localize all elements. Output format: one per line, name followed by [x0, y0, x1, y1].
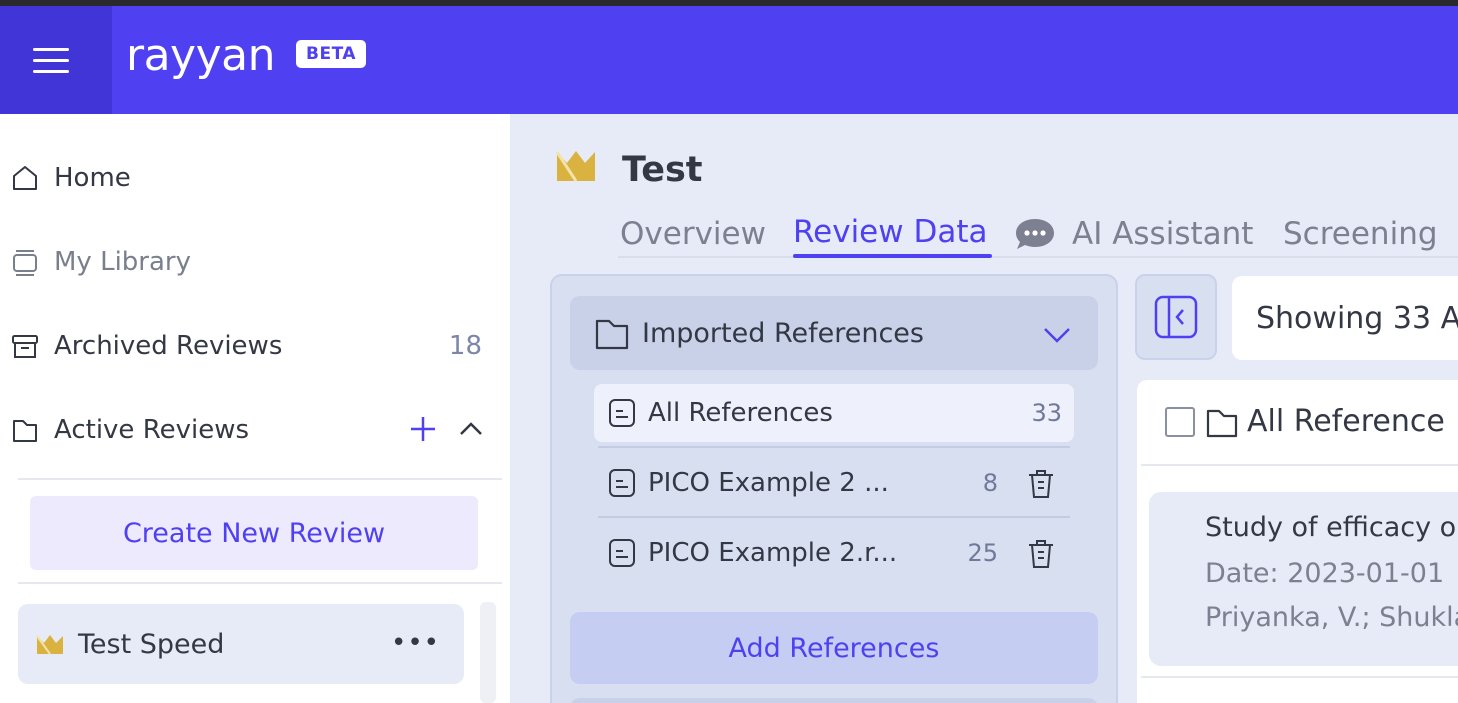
reference-count: 33 [1031, 399, 1062, 427]
review-item-test-speed[interactable]: Test Speed ••• [18, 604, 464, 684]
menu-icon-line [33, 70, 69, 73]
collapse-panel-button[interactable] [1135, 274, 1217, 360]
menu-icon [33, 48, 69, 51]
folder-icon [594, 315, 630, 351]
reference-list-item-all[interactable]: All References 33 [594, 384, 1074, 442]
sidebar-item-label: Active Reviews [54, 415, 249, 445]
divider [18, 582, 502, 584]
add-references-button[interactable]: Add References [570, 612, 1098, 684]
document-icon [608, 398, 636, 428]
tab-bar: Overview Review Data AI Assistant Screen… [618, 210, 1458, 260]
trash-icon[interactable] [1026, 538, 1056, 577]
article-date: Date: 2023-01-01 [1205, 558, 1445, 589]
top-app-bar: rayyan BETA [0, 6, 1458, 114]
sidebar-item-my-library[interactable]: My Library [10, 242, 490, 282]
document-icon [608, 468, 636, 498]
sidebar-item-label: My Library [54, 247, 191, 277]
divider [598, 516, 1070, 518]
chevron-down-icon[interactable] [1042, 320, 1072, 355]
divider [1141, 676, 1458, 678]
trash-icon[interactable] [1026, 468, 1056, 507]
results-count-bar: Showing 33 A [1232, 276, 1458, 360]
sidebar: Home My Library Archived Reviews 18 Acti… [0, 114, 510, 703]
page-title: Test Speed [622, 150, 712, 190]
beta-badge: BETA [296, 40, 367, 68]
library-icon [10, 247, 40, 277]
crown-icon [36, 633, 64, 655]
reference-list-item[interactable]: PICO Example 2.r... 25 [594, 524, 1074, 582]
select-all-checkbox[interactable] [1165, 406, 1195, 437]
sidebar-scrollbar[interactable] [480, 602, 496, 703]
create-new-review-button[interactable]: Create New Review [30, 496, 478, 570]
divider [18, 478, 502, 480]
folder-icon [1205, 405, 1239, 439]
article-card[interactable]: Study of efficacy o Date: 2023-01-01 Pri… [1149, 492, 1458, 666]
references-header-label: Imported References [642, 317, 924, 349]
sidebar-item-label: Archived Reviews [54, 331, 283, 361]
folder-icon [10, 415, 40, 445]
menu-icon-line [33, 59, 69, 62]
reference-list-label: PICO Example 2 ... [648, 468, 889, 498]
archive-icon [10, 331, 40, 361]
reference-count: 8 [982, 469, 998, 497]
results-list-title: All Reference [1247, 404, 1445, 439]
crown-icon [555, 148, 596, 186]
app-logo[interactable]: rayyan [126, 30, 275, 81]
add-review-plus-icon[interactable] [408, 414, 438, 451]
tab-overview[interactable]: Overview [620, 216, 766, 252]
sidebar-item-label: Home [54, 163, 131, 193]
sidebar-item-active-reviews[interactable]: Active Reviews [10, 410, 490, 450]
divider [1141, 464, 1458, 466]
tab-review-data[interactable]: Review Data [793, 214, 987, 250]
divider [598, 446, 1070, 448]
document-icon [608, 538, 636, 568]
tab-screening[interactable]: Screening [1283, 216, 1438, 252]
reference-list-label: All References [648, 398, 833, 428]
article-authors: Priyanka, V.; Shukla [1205, 602, 1458, 633]
reference-list-label: PICO Example 2.r... [648, 538, 898, 568]
sidebar-item-home[interactable]: Home [10, 158, 490, 198]
archived-count-badge: 18 [448, 331, 482, 361]
reference-list-item[interactable]: PICO Example 2 ... 8 [594, 454, 1074, 512]
chevron-up-icon[interactable] [456, 414, 486, 451]
references-panel: Imported References All References 33 PI… [550, 274, 1118, 703]
reference-count: 25 [967, 539, 998, 567]
review-item-label: Test Speed [78, 628, 225, 660]
chat-bubble-icon [1014, 216, 1056, 256]
imported-references-header[interactable]: Imported References [570, 296, 1098, 370]
next-section-header [570, 698, 1098, 703]
home-icon [10, 163, 40, 193]
results-header: All Reference [1165, 404, 1445, 439]
tab-ai-assistant[interactable]: AI Assistant [1072, 216, 1253, 252]
active-tab-indicator [793, 254, 992, 258]
hamburger-menu-button[interactable] [0, 6, 112, 114]
reference-results-panel: All Reference Study of efficacy o Date: … [1137, 380, 1458, 703]
article-title[interactable]: Study of efficacy o [1205, 512, 1456, 543]
sidebar-item-archived-reviews[interactable]: Archived Reviews 18 [10, 326, 490, 366]
more-options-icon[interactable]: ••• [391, 628, 440, 658]
sidebar-collapse-icon [1154, 295, 1198, 339]
